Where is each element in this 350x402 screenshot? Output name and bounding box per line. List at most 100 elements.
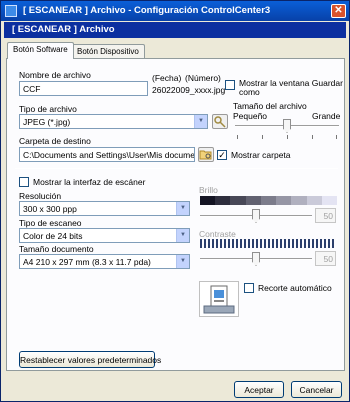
- document-scan-icon: [203, 285, 235, 314]
- contrast-stripe: [216, 239, 218, 248]
- file-name-label: Nombre de archivo: [19, 70, 91, 80]
- file-size-ticks: [237, 135, 337, 139]
- brightness-label: Brillo: [199, 185, 218, 195]
- accept-button[interactable]: Aceptar: [234, 381, 284, 398]
- chevron-down-icon: ▼: [176, 229, 189, 242]
- contrast-stripe: [252, 239, 254, 248]
- brightness-swatch: [230, 196, 247, 205]
- contrast-stripe: [244, 239, 246, 248]
- resolution-select[interactable]: 300 x 300 ppp ▼: [19, 201, 190, 216]
- contrast-stripe: [264, 239, 266, 248]
- contrast-slider-thumb[interactable]: [252, 252, 260, 266]
- brightness-swatch: [215, 196, 231, 205]
- show-scanner-interface-label: Mostrar la interfaz de escáner: [33, 177, 146, 187]
- scan-type-value: Color de 24 bits: [23, 231, 83, 241]
- resolution-label: Resolución: [19, 191, 62, 201]
- document-size-value: A4 210 x 297 mm (8.3 x 11.7 pda): [23, 257, 151, 267]
- contrast-stripe: [272, 239, 274, 248]
- contrast-stripe: [204, 239, 206, 248]
- separator: [15, 168, 338, 169]
- contrast-stripe: [296, 239, 298, 248]
- contrast-stripe: [320, 239, 322, 248]
- brightness-slider-thumb[interactable]: [252, 209, 260, 223]
- resolution-value: 300 x 300 ppp: [23, 204, 77, 214]
- scan-type-label: Tipo de escaneo: [19, 218, 82, 228]
- contrast-stripe: [232, 239, 234, 248]
- file-type-value: JPEG (*.jpg): [23, 117, 71, 127]
- contrast-stripe: [280, 239, 282, 248]
- contrast-scale: [200, 239, 337, 248]
- contrast-stripe: [332, 239, 334, 248]
- show-folder-checkbox[interactable]: ✓: [217, 150, 227, 160]
- file-size-label: Tamaño del archivo: [233, 101, 307, 111]
- window-title: [ ESCANEAR ] Archivo - Configuración Con…: [23, 5, 271, 16]
- contrast-stripe: [256, 239, 258, 248]
- brightness-swatch: [200, 196, 216, 205]
- number-label: (Número): [185, 73, 221, 83]
- brightness-value-box[interactable]: 50: [315, 208, 336, 223]
- close-icon: ✕: [334, 5, 343, 16]
- document-size-select[interactable]: A4 210 x 297 mm (8.3 x 11.7 pda) ▼: [19, 254, 190, 269]
- tab-boton-dispositivo[interactable]: Botón Dispositivo: [71, 44, 145, 59]
- filename-preview: 26022009_xxxx.jpg: [152, 85, 226, 95]
- contrast-stripe: [248, 239, 250, 248]
- contrast-stripe: [228, 239, 230, 248]
- brightness-swatch: [260, 196, 277, 205]
- close-button[interactable]: ✕: [331, 4, 346, 18]
- contrast-stripe: [308, 239, 310, 248]
- file-type-select[interactable]: JPEG (*.jpg) ▼: [19, 114, 208, 129]
- date-label: (Fecha): [152, 73, 182, 83]
- scan-preview-frame[interactable]: [199, 281, 239, 317]
- file-size-small-label: Pequeño: [233, 111, 268, 121]
- scan-type-select[interactable]: Color de 24 bits ▼: [19, 228, 190, 243]
- contrast-stripe: [316, 239, 318, 248]
- contrast-stripe: [276, 239, 278, 248]
- autocrop-label: Recorte automático: [258, 283, 332, 293]
- brightness-swatch: [276, 196, 292, 205]
- restore-defaults-button[interactable]: Restablecer valores predeterminados: [19, 351, 161, 368]
- contrast-stripe: [224, 239, 226, 248]
- show-save-as-label: Mostrar la ventana Guardar como: [239, 78, 343, 97]
- brightness-swatch: [291, 196, 308, 205]
- contrast-stripe: [304, 239, 306, 248]
- contrast-stripe: [212, 239, 214, 248]
- autocrop-checkbox[interactable]: [244, 283, 254, 293]
- app-icon: [5, 5, 17, 17]
- contrast-stripe: [220, 239, 222, 248]
- folder-browse-icon: [199, 150, 212, 160]
- contrast-stripe: [292, 239, 294, 248]
- contrast-stripe: [300, 239, 302, 248]
- tab-panel: Nombre de archivo CCF (Fecha) (Número) 2…: [6, 58, 345, 371]
- show-save-as-checkbox[interactable]: [225, 80, 235, 90]
- contrast-stripe: [312, 239, 314, 248]
- tab-boton-software[interactable]: Botón Software: [7, 42, 74, 59]
- brightness-swatch: [321, 196, 338, 205]
- key-settings-icon: [214, 116, 226, 128]
- file-name-input[interactable]: CCF: [19, 81, 148, 96]
- file-size-large-label: Grande: [312, 111, 341, 121]
- contrast-value-box[interactable]: 50: [315, 251, 336, 266]
- show-folder-label: Mostrar carpeta: [231, 150, 291, 160]
- contrast-stripe: [200, 239, 202, 248]
- contrast-stripe: [260, 239, 262, 248]
- destination-input[interactable]: C:\Documents and Settings\User\Mis docum…: [19, 147, 195, 162]
- contrast-stripe: [328, 239, 330, 248]
- destination-label: Carpeta de destino: [19, 136, 91, 146]
- contrast-stripe: [268, 239, 270, 248]
- cancel-button[interactable]: Cancelar: [291, 381, 342, 398]
- header-banner: [ ESCANEAR ] Archivo: [4, 22, 346, 38]
- file-size-slider-thumb[interactable]: [283, 119, 291, 133]
- chevron-down-icon: ▼: [194, 115, 207, 128]
- contrast-stripe: [208, 239, 210, 248]
- title-bar[interactable]: [ ESCANEAR ] Archivo - Configuración Con…: [1, 1, 349, 21]
- chevron-down-icon: ▼: [176, 255, 189, 268]
- show-scanner-interface-checkbox[interactable]: [19, 177, 29, 187]
- browse-folder-button[interactable]: [198, 147, 214, 162]
- document-size-label: Tamaño documento: [19, 244, 94, 254]
- brightness-scale: [200, 196, 338, 205]
- contrast-stripe: [288, 239, 290, 248]
- contrast-stripe: [240, 239, 242, 248]
- file-type-settings-button[interactable]: [212, 114, 228, 129]
- dialog-window: [ ESCANEAR ] Archivo - Configuración Con…: [0, 0, 350, 402]
- contrast-stripe: [284, 239, 286, 248]
